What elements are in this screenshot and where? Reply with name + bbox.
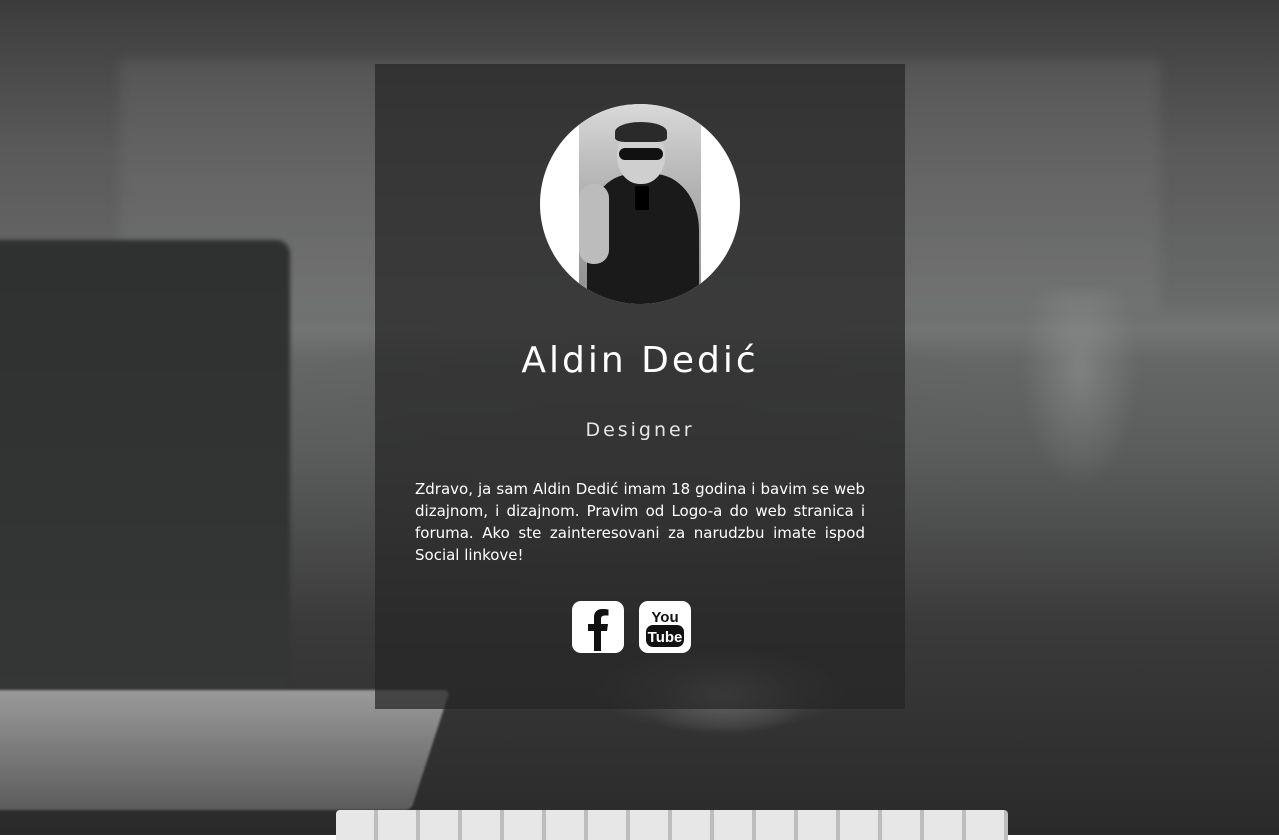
avatar-phone: [635, 186, 649, 210]
avatar-glasses: [619, 148, 663, 160]
profile-card: Aldin Dedić Designer Zdravo, ja sam Aldi…: [375, 64, 905, 709]
youtube-link[interactable]: You Tube: [639, 601, 691, 653]
youtube-word-bottom: Tube: [648, 629, 683, 646]
youtube-icon: You Tube: [642, 604, 688, 650]
avatar-photo: [579, 104, 701, 304]
background-glass: [1020, 290, 1140, 490]
avatar-hair: [615, 122, 667, 142]
social-links: You Tube: [572, 601, 691, 653]
profile-bio: Zdravo, ja sam Aldin Dedić imam 18 godin…: [415, 480, 865, 564]
background-laptop: [0, 240, 290, 700]
avatar: [540, 104, 740, 304]
youtube-word-top: You: [651, 609, 678, 626]
background-keyboard: [336, 810, 1008, 840]
facebook-link[interactable]: [572, 601, 624, 653]
profile-role: Designer: [585, 419, 695, 441]
avatar-arm: [579, 184, 609, 264]
facebook-icon: [588, 609, 609, 651]
profile-name: Aldin Dedić: [521, 340, 759, 381]
